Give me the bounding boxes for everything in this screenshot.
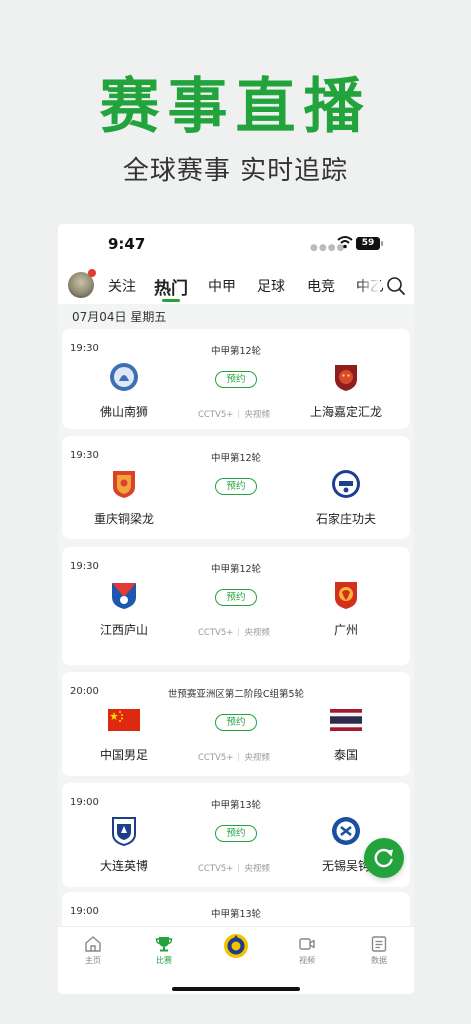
nav-label: 比赛	[156, 956, 172, 965]
reserve-button[interactable]: 预约	[215, 825, 257, 842]
nav-label: 视频	[299, 956, 315, 965]
data-icon	[371, 936, 387, 952]
match-competition: 中甲第13轮	[210, 800, 262, 811]
nav-video[interactable]: 视频	[282, 935, 332, 966]
home-icon	[85, 936, 101, 952]
match-card[interactable]: 19:30 中甲第12轮 预约 江西庐山 CCTV5+ 央视频 广州	[62, 547, 410, 665]
channel-label: 央视频	[244, 864, 270, 874]
status-time: 9:47	[108, 235, 146, 253]
trophy-icon	[155, 937, 173, 952]
match-competition: 中甲第12轮	[210, 564, 262, 575]
active-tab-indicator	[162, 299, 180, 302]
thailand-flag-icon	[330, 709, 362, 731]
tab-esports[interactable]: 电竞	[307, 276, 335, 296]
home-team-name: 重庆铜梁龙	[93, 512, 154, 526]
tab-fade	[358, 266, 380, 304]
club-badge-icon	[224, 934, 248, 958]
date-header: 07月04日 星期五	[72, 310, 167, 324]
reserve-button[interactable]: 预约	[215, 478, 257, 495]
match-competition: 中甲第12轮	[210, 346, 262, 357]
match-competition: 世预赛亚洲区第二阶段C组第5轮	[167, 689, 305, 700]
away-team-name: 广州	[333, 623, 358, 637]
away-team-name: 上海嘉定汇龙	[309, 405, 382, 419]
refresh-icon	[374, 848, 393, 868]
search-icon[interactable]	[386, 276, 406, 296]
tab-follow[interactable]: 关注	[108, 276, 136, 296]
status-bar: 9:47 ●●●● 59	[58, 224, 414, 266]
promo-subtitle: 全球赛事 实时追踪	[122, 156, 349, 186]
home-team-name: 江西庐山	[99, 623, 148, 637]
match-card[interactable]: 19:00 中甲第13轮 预约 大连英博 CCTV5+ 央视频 无锡吴钩	[62, 783, 410, 887]
team-logo-icon	[113, 471, 135, 498]
wifi-icon	[337, 236, 353, 249]
team-logo-icon	[335, 582, 357, 609]
channel-label: CCTV5+	[198, 410, 234, 420]
team-logo-icon	[112, 583, 136, 609]
away-team-name: 泰国	[333, 748, 358, 762]
team-logo-icon	[332, 470, 360, 498]
match-competition: 中甲第12轮	[210, 453, 262, 464]
team-logo-icon	[110, 363, 138, 391]
broadcast-channels: CCTV5+ 央视频	[198, 408, 270, 420]
reserve-button[interactable]: 预约	[215, 589, 257, 606]
match-card[interactable]: 19:30 中甲第12轮 预约 佛山南狮 CCTV5+ 央视频 上海嘉定汇龙	[62, 329, 410, 429]
nav-data[interactable]: 数据	[354, 935, 404, 966]
channel-label: 央视频	[244, 753, 270, 763]
home-team-name: 佛山南狮	[99, 405, 148, 419]
home-indicator	[172, 987, 300, 991]
match-competition: 中甲第13轮	[210, 909, 262, 920]
tab-china-league-one[interactable]: 中甲	[208, 276, 236, 296]
refresh-button[interactable]	[364, 838, 404, 878]
match-card[interactable]: 20:00 世预赛亚洲区第二阶段C组第5轮 预约 中国男足 CCTV5+ 央视频 …	[62, 672, 410, 776]
bottom-nav: 主页 比赛 视频 数据	[58, 926, 414, 994]
broadcast-channels: CCTV5+ 央视频	[198, 626, 270, 638]
channel-label: CCTV5+	[198, 753, 234, 763]
video-icon	[299, 938, 315, 950]
tab-bar: 关注 热门 中甲 足球 电竞 中乙	[58, 266, 414, 304]
phone-screen: 9:47 ●●●● 59 关注 热门 中甲 足球 电竞 中乙 07月04日 星期…	[58, 224, 414, 994]
channel-label: 央视频	[244, 628, 270, 638]
nav-home[interactable]: 主页	[68, 935, 118, 966]
notification-dot	[88, 269, 96, 277]
broadcast-channels: CCTV5+ 央视频	[198, 751, 270, 763]
nav-club[interactable]	[211, 933, 261, 961]
nav-matches[interactable]: 比赛	[139, 935, 189, 966]
china-flag-icon	[108, 709, 140, 731]
match-card[interactable]: 19:30 中甲第12轮 预约 重庆铜梁龙 石家庄功夫	[62, 436, 410, 539]
team-logo-icon	[335, 365, 357, 391]
channel-label: 央视频	[244, 410, 270, 420]
promo-title: 赛事直播	[99, 72, 372, 142]
home-team-name: 中国男足	[99, 748, 148, 762]
nav-label: 数据	[371, 956, 387, 965]
nav-label: 主页	[85, 956, 101, 965]
home-team-name: 大连英博	[99, 859, 148, 873]
team-logo-icon	[112, 817, 136, 847]
channel-label: CCTV5+	[198, 628, 234, 638]
reserve-button[interactable]: 预约	[215, 371, 257, 388]
battery-icon: 59	[356, 237, 383, 250]
tab-hot[interactable]: 热门	[154, 274, 188, 299]
reserve-button[interactable]: 预约	[215, 714, 257, 731]
channel-label: CCTV5+	[198, 864, 234, 874]
away-team-name: 石家庄功夫	[315, 512, 376, 526]
tab-football[interactable]: 足球	[257, 276, 285, 296]
broadcast-channels: CCTV5+ 央视频	[198, 862, 270, 874]
team-logo-icon	[332, 817, 360, 845]
